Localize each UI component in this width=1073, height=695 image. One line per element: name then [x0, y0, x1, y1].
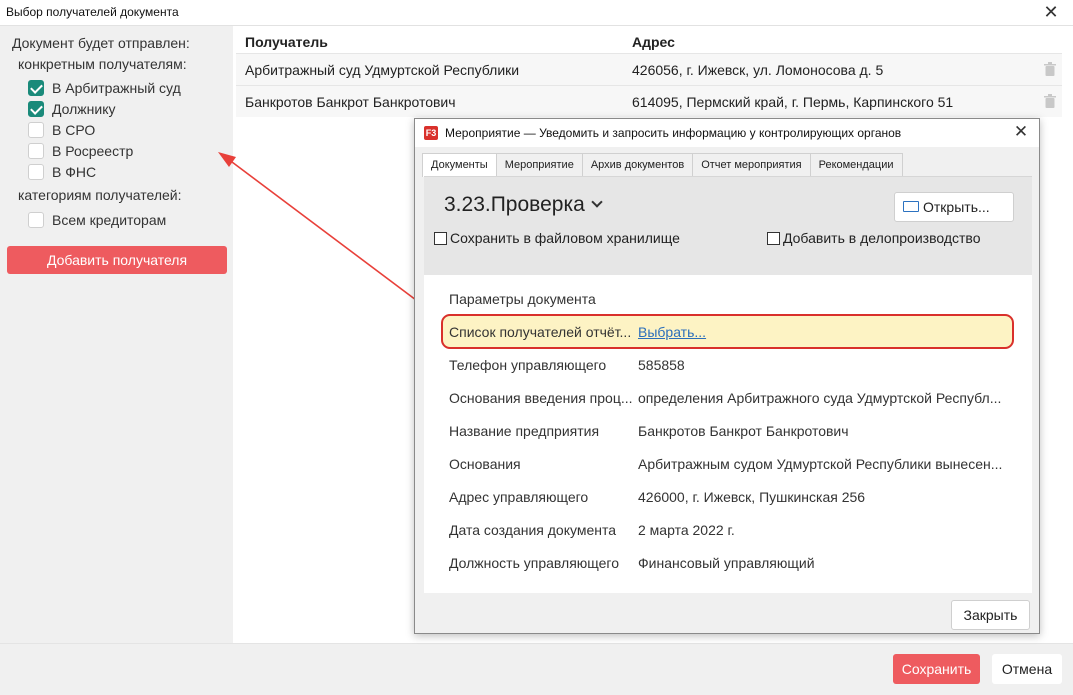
param-label: Адрес управляющего: [449, 489, 589, 505]
app-logo-icon: F3: [424, 126, 438, 140]
document-name: 3.23.Проверка: [444, 193, 585, 216]
checkbox-label: Сохранить в файловом хранилище: [450, 230, 680, 246]
dialog-title: Мероприятие — Уведомить и запросить инфо…: [445, 126, 902, 140]
dialog-tabs: Документы Мероприятие Архив документов О…: [422, 153, 903, 177]
param-value[interactable]: определения Арбитражного суда Удмуртской…: [638, 390, 1001, 406]
tab-documents-archive[interactable]: Архив документов: [581, 153, 694, 176]
checkbox-label: В ФНС: [52, 164, 97, 180]
param-value[interactable]: Арбитражным судом Удмуртской Республики …: [638, 456, 1002, 472]
checkbox-box[interactable]: [28, 143, 44, 159]
checkbox-label: В Арбитражный суд: [52, 80, 181, 96]
window-title-bar: Выбор получателей документа ✕: [0, 0, 1073, 26]
param-label: Основания: [449, 456, 521, 472]
recipient-name: Арбитражный суд Удмуртской Республики: [245, 62, 520, 78]
checkbox-box[interactable]: [767, 231, 780, 245]
tab-event[interactable]: Мероприятие: [495, 153, 583, 176]
param-label: Дата создания документа: [449, 522, 617, 538]
checkbox-sro[interactable]: В СРО: [28, 120, 95, 140]
param-label: Основания введения проц...: [449, 390, 633, 406]
parameters-heading: Параметры документа: [449, 291, 596, 307]
event-dialog: F3 Мероприятие — Уведомить и запросить и…: [414, 118, 1040, 634]
param-label: Название предприятия: [449, 423, 600, 439]
add-recipient-button[interactable]: Добавить получателя: [7, 246, 227, 274]
param-label: Список получателей отчёт...: [449, 324, 632, 340]
tab-recommendations[interactable]: Рекомендации: [809, 153, 903, 176]
save-button[interactable]: Сохранить: [893, 654, 980, 684]
checkbox-label: Должнику: [52, 101, 116, 117]
checkbox-all-creditors[interactable]: Всем кредиторам: [28, 210, 166, 230]
param-value[interactable]: Банкротов Банкрот Банкротович: [638, 423, 849, 439]
checkbox-fns[interactable]: В ФНС: [28, 162, 96, 182]
recipient-address: 426056, г. Ижевск, ул. Ломоносова д. 5: [632, 62, 884, 78]
trash-icon[interactable]: [1044, 94, 1056, 108]
category-recipients-label: категориям получателей:: [18, 187, 182, 203]
sent-to-label: Документ будет отправлен:: [12, 35, 190, 51]
checkbox-arbitration-court[interactable]: В Арбитражный суд: [28, 78, 181, 98]
checkbox-box[interactable]: [434, 231, 447, 245]
table-row[interactable]: Арбитражный суд Удмуртской Республики 42…: [236, 53, 1062, 85]
folder-icon: [903, 200, 919, 212]
cancel-button[interactable]: Отмена: [992, 654, 1062, 684]
param-value[interactable]: 426000, г. Ижевск, Пушкинская 256: [638, 489, 865, 505]
trash-icon[interactable]: [1044, 62, 1056, 76]
checkbox-label: В СРО: [52, 122, 96, 138]
param-value[interactable]: 585858: [638, 357, 685, 373]
checkbox-box[interactable]: [28, 212, 44, 228]
document-selector[interactable]: 3.23.Проверка: [444, 193, 603, 217]
checkbox-label: Всем кредиторам: [52, 212, 167, 228]
tab-documents[interactable]: Документы: [422, 153, 497, 177]
column-header-address: Адрес: [632, 34, 675, 50]
dialog-title-bar: F3 Мероприятие — Уведомить и запросить и…: [415, 119, 1039, 147]
open-button-label: Открыть...: [923, 199, 990, 215]
chevron-down-icon: [591, 196, 603, 208]
tab-event-report[interactable]: Отчет мероприятия: [692, 153, 811, 176]
window-title: Выбор получателей документа: [6, 5, 179, 19]
checkbox-rosreestr[interactable]: В Росреестр: [28, 141, 133, 161]
close-button[interactable]: Закрыть: [951, 600, 1030, 630]
open-button[interactable]: Открыть...: [894, 192, 1014, 222]
recipients-options-panel: Документ будет отправлен: конкретным пол…: [0, 26, 233, 643]
checkbox-box[interactable]: [28, 164, 44, 180]
window-close-icon[interactable]: ✕: [1041, 2, 1061, 22]
param-value[interactable]: Финансовый управляющий: [638, 555, 815, 571]
document-parameters: Параметры документа Список получателей о…: [424, 275, 1032, 593]
recipient-address: 614095, Пермский край, г. Пермь, Карпинс…: [632, 94, 954, 110]
table-row[interactable]: Банкротов Банкрот Банкротович 614095, Пе…: [236, 85, 1062, 117]
param-label: Должность управляющего: [449, 555, 620, 571]
checkbox-label: Добавить в делопроизводство: [783, 230, 981, 246]
checkbox-box[interactable]: [28, 101, 44, 117]
checkbox-box[interactable]: [28, 80, 44, 96]
document-header: 3.23.Проверка Открыть... Сохранить в фай…: [424, 176, 1032, 275]
add-to-records-checkbox[interactable]: Добавить в делопроизводство: [767, 230, 981, 246]
recipient-name: Банкротов Банкрот Банкротович: [245, 94, 456, 110]
save-in-storage-checkbox[interactable]: Сохранить в файловом хранилище: [434, 230, 680, 246]
checkbox-box[interactable]: [28, 122, 44, 138]
param-value[interactable]: 2 марта 2022 г.: [638, 522, 735, 538]
param-label: Телефон управляющего: [449, 357, 607, 373]
dialog-close-icon[interactable]: ✕: [1011, 122, 1031, 142]
specific-recipients-label: конкретным получателям:: [18, 56, 187, 72]
checkbox-debtor[interactable]: Должнику: [28, 99, 116, 119]
column-header-recipient: Получатель: [245, 34, 328, 50]
checkbox-label: В Росреестр: [52, 143, 134, 159]
select-recipients-link[interactable]: Выбрать...: [638, 324, 706, 340]
